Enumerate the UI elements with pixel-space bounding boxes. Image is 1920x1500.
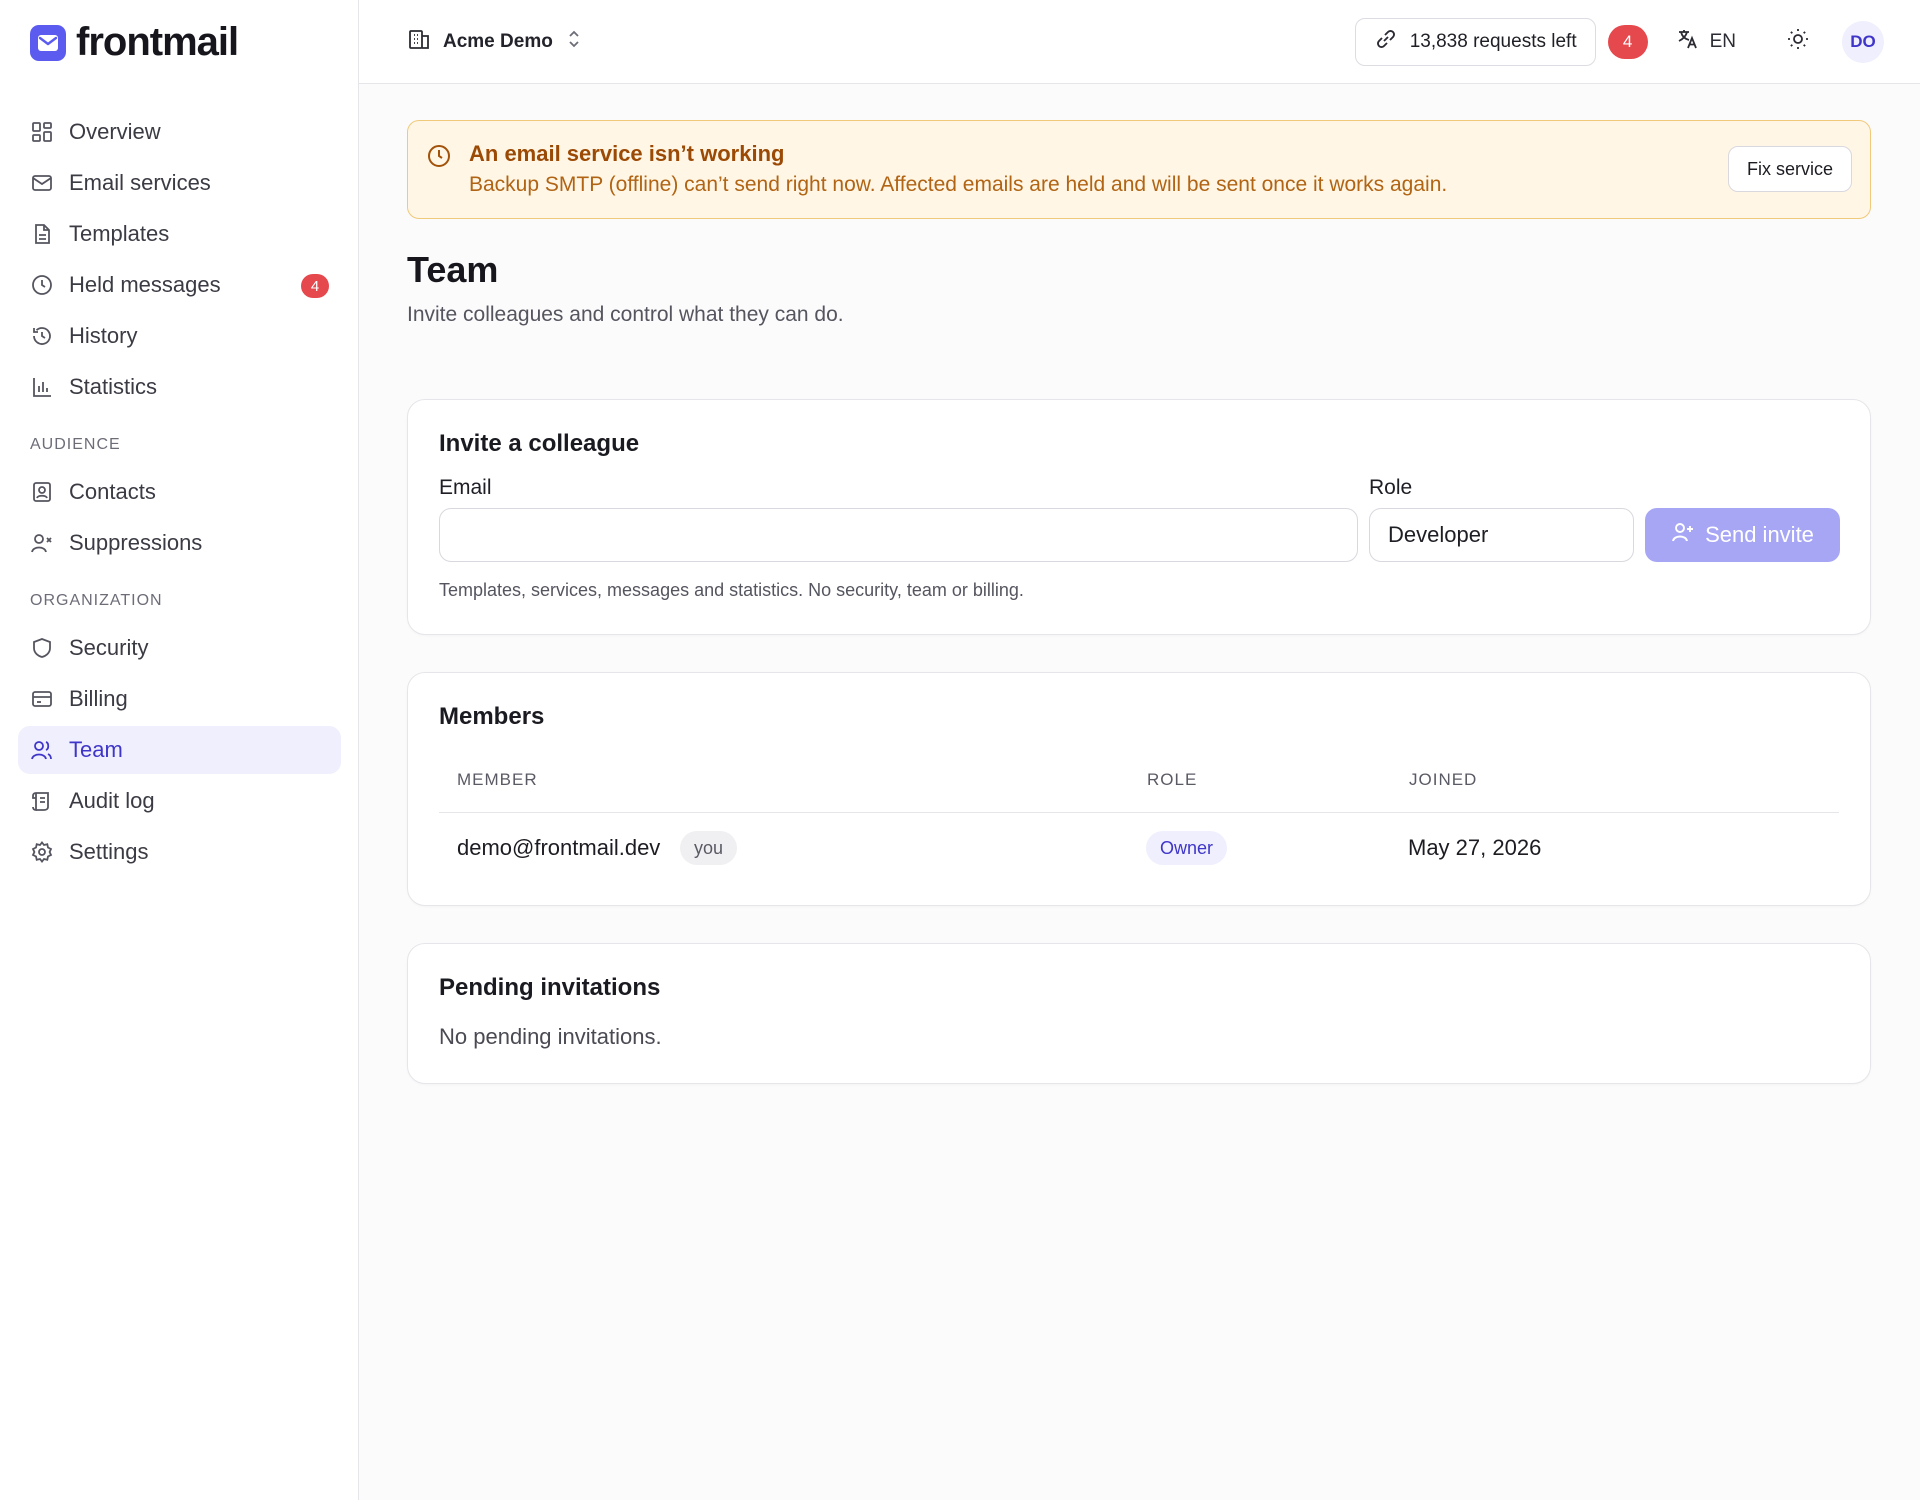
sidebar-item-label: Billing xyxy=(69,686,128,711)
building-icon xyxy=(407,27,431,57)
bar-chart-icon xyxy=(30,375,54,399)
role-label: Role xyxy=(1369,476,1413,499)
organization-heading: ORGANIZATION xyxy=(30,592,163,609)
gear-icon xyxy=(30,840,54,864)
contacts-icon xyxy=(30,480,54,504)
main-area: Acme Demo 13,838 requests left 4 EN DO A… xyxy=(359,0,1920,1500)
sidebar-item-overview[interactable]: Overview xyxy=(18,108,341,156)
sidebar-item-label: Held messages xyxy=(69,272,221,297)
service-alert: An email service isn’t working Backup SM… xyxy=(407,120,1871,219)
fix-service-button[interactable]: Fix service xyxy=(1727,146,1852,192)
shield-icon xyxy=(30,636,54,660)
logo[interactable]: frontmail xyxy=(30,20,239,65)
role-hint: Templates, services, messages and statis… xyxy=(439,580,1024,600)
sidebar-item-label: Audit log xyxy=(69,788,155,813)
sidebar-item-label: Statistics xyxy=(69,374,158,399)
member-email: demo@frontmail.dev xyxy=(457,835,661,860)
sidebar-item-email-services[interactable]: Email services xyxy=(18,159,341,207)
requests-left-pill[interactable]: 13,838 requests left xyxy=(1354,17,1596,66)
sidebar: frontmail Overview Email services Templa… xyxy=(0,0,359,1500)
email-label: Email xyxy=(439,476,492,499)
sidebar-item-label: Settings xyxy=(69,839,149,864)
chevron-up-down-icon xyxy=(565,28,583,56)
sidebar-item-label: Security xyxy=(69,635,149,660)
pending-empty-state: No pending invitations. xyxy=(439,1024,662,1049)
alert-description: Backup SMTP (offline) can’t send right n… xyxy=(469,173,1448,196)
table-divider xyxy=(439,812,1839,813)
topbar: Acme Demo 13,838 requests left 4 EN DO xyxy=(359,0,1920,84)
column-header-joined: JOINED xyxy=(1409,770,1478,789)
app-root: frontmail Overview Email services Templa… xyxy=(0,0,1920,1500)
sidebar-item-label: Email services xyxy=(69,170,211,195)
topbar-actions: 13,838 requests left 4 EN DO xyxy=(1354,17,1884,66)
avatar[interactable]: DO xyxy=(1842,20,1884,63)
mail-icon xyxy=(30,171,54,195)
logo-mail-icon xyxy=(30,24,66,61)
page-title: Team xyxy=(407,249,499,290)
users-icon xyxy=(30,738,54,762)
user-plus-icon xyxy=(1671,520,1695,550)
role-badge: Owner xyxy=(1146,831,1228,865)
clock-icon xyxy=(30,273,54,297)
sidebar-item-history[interactable]: History xyxy=(18,312,341,360)
theme-toggle[interactable] xyxy=(1778,22,1818,62)
role-select-value: Developer xyxy=(1388,522,1489,547)
sidebar-item-statistics[interactable]: Statistics xyxy=(18,363,341,411)
members-card: Members MEMBER ROLE JOINED demo@frontmai… xyxy=(407,672,1871,906)
you-badge: you xyxy=(680,831,738,865)
invite-title: Invite a colleague xyxy=(439,430,640,457)
history-icon xyxy=(30,324,54,348)
notification-count[interactable]: 4 xyxy=(1607,24,1648,59)
sidebar-item-settings[interactable]: Settings xyxy=(18,828,341,876)
alert-title: An email service isn’t working xyxy=(469,141,785,166)
held-messages-badge: 4 xyxy=(301,274,329,298)
sidebar-item-team[interactable]: Team xyxy=(18,726,341,774)
sidebar-item-label: Templates xyxy=(69,221,170,246)
sidebar-item-contacts[interactable]: Contacts xyxy=(18,468,341,516)
org-name: Acme Demo xyxy=(443,30,553,52)
page-subtitle: Invite colleagues and control what they … xyxy=(407,303,844,326)
sidebar-item-templates[interactable]: Templates xyxy=(18,210,341,258)
language-code: EN xyxy=(1709,30,1736,52)
translate-icon xyxy=(1676,27,1700,57)
sidebar-item-held-messages[interactable]: Held messages 4 xyxy=(18,261,341,309)
sidebar-item-suppressions[interactable]: Suppressions xyxy=(18,519,341,567)
sidebar-item-label: Contacts xyxy=(69,479,156,504)
alert-clock-icon xyxy=(426,143,452,174)
sidebar-item-label: Suppressions xyxy=(69,530,203,555)
language-switcher[interactable]: EN xyxy=(1676,27,1736,57)
column-header-role: ROLE xyxy=(1147,770,1198,789)
link-icon xyxy=(1374,27,1398,57)
sidebar-item-audit-log[interactable]: Audit log xyxy=(18,777,341,825)
sun-icon xyxy=(1786,27,1810,56)
email-field[interactable] xyxy=(439,508,1358,562)
pending-title: Pending invitations xyxy=(439,974,661,1001)
overview-icon xyxy=(30,120,54,144)
requests-left-text: 13,838 requests left xyxy=(1409,30,1577,52)
send-invite-label: Send invite xyxy=(1705,522,1814,547)
joined-date: May 27, 2026 xyxy=(1408,835,1542,860)
sidebar-item-label: History xyxy=(69,323,138,348)
sidebar-item-label: Overview xyxy=(69,119,161,144)
org-switcher[interactable]: Acme Demo xyxy=(407,27,583,57)
audience-heading: AUDIENCE xyxy=(30,436,121,453)
members-title: Members xyxy=(439,703,545,730)
credit-card-icon xyxy=(30,687,54,711)
sidebar-item-billing[interactable]: Billing xyxy=(18,675,341,723)
page-content: An email service isn’t working Backup SM… xyxy=(407,120,1871,1084)
user-x-icon xyxy=(30,531,54,555)
logo-text: frontmail xyxy=(76,20,239,64)
sidebar-nav: Overview Email services Templates Held m… xyxy=(18,108,341,879)
sidebar-item-security[interactable]: Security xyxy=(18,624,341,672)
scroll-icon xyxy=(30,789,54,813)
send-invite-button[interactable]: Send invite xyxy=(1645,508,1840,562)
role-select[interactable]: Developer xyxy=(1369,508,1634,562)
file-icon xyxy=(30,222,54,246)
invite-card: Invite a colleague Email Role Developer … xyxy=(407,399,1871,635)
pending-invitations-card: Pending invitations No pending invitatio… xyxy=(407,943,1871,1084)
sidebar-item-label: Team xyxy=(69,737,123,762)
column-header-member: MEMBER xyxy=(457,770,538,789)
